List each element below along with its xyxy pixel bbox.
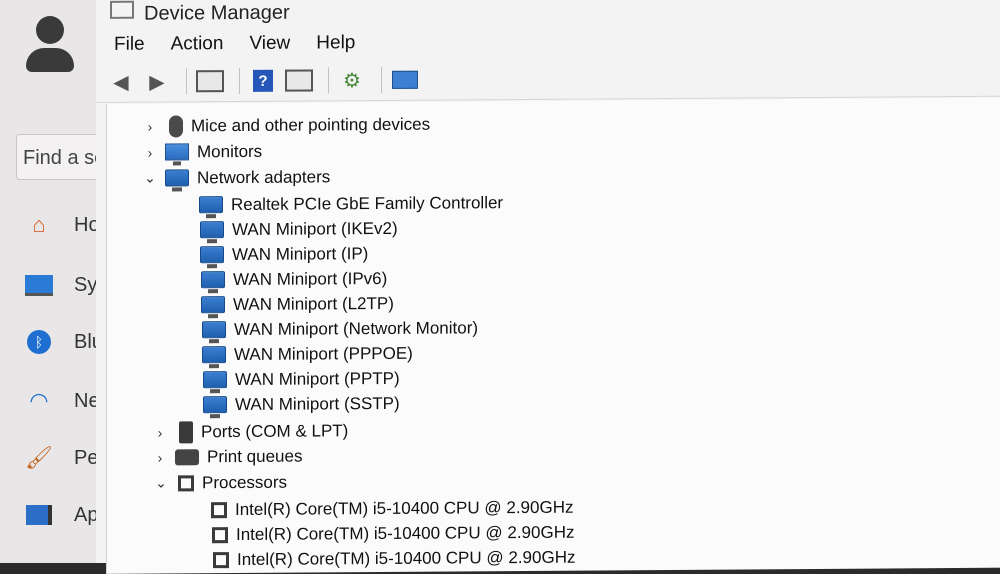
tree-node-label: WAN Miniport (SSTP): [235, 393, 400, 414]
scan-hardware-icon[interactable]: [390, 67, 420, 93]
network-adapter-icon: [201, 296, 225, 314]
menu-view[interactable]: View: [249, 33, 290, 55]
tree-node-label: WAN Miniport (IKEv2): [232, 218, 398, 239]
tree-node-label: Processors: [202, 472, 288, 492]
tree-node-label: WAN Miniport (PPTP): [235, 368, 400, 389]
monitor-icon: [165, 143, 189, 161]
tree-node-label: WAN Miniport (L2TP): [233, 293, 394, 314]
bluetooth-icon: ᛒ: [24, 327, 54, 357]
tree-node-label: WAN Miniport (IPv6): [233, 268, 388, 289]
toolbar-separator: [328, 67, 329, 94]
chevron-right-icon[interactable]: ›: [141, 144, 159, 160]
chevron-down-icon[interactable]: ⌄: [141, 170, 159, 187]
tree-leaf-cpu[interactable]: Intel(R) Core(TM) i5-10400 CPU @ 2.90GHz: [204, 520, 574, 548]
network-adapter-icon: [200, 246, 224, 264]
tree-leaf-wan-ip[interactable]: WAN Miniport (IP): [194, 241, 368, 267]
processor-icon: [212, 526, 228, 543]
settings-nav-label: Ap: [74, 503, 99, 526]
help-icon[interactable]: ?: [248, 68, 278, 94]
user-avatar-icon[interactable]: [26, 16, 74, 76]
update-driver-icon[interactable]: ⚙: [337, 67, 367, 93]
forward-icon[interactable]: ▶: [142, 68, 172, 94]
tree-node-label: Monitors: [197, 141, 263, 161]
tree-node-label: Print queues: [207, 446, 303, 466]
network-adapter-icon: [203, 371, 227, 389]
brush-icon: 🖌: [25, 445, 53, 470]
wifi-icon: ◠: [29, 388, 49, 413]
network-adapter-icon: [201, 271, 225, 289]
mouse-icon: [169, 114, 183, 137]
port-icon: [179, 420, 193, 443]
device-tree[interactable]: › Mice and other pointing devices › Moni…: [106, 97, 1000, 574]
tree-node-label: Network adapters: [197, 166, 331, 187]
tree-node-label: WAN Miniport (IP): [232, 243, 369, 264]
tree-node-label: Intel(R) Core(TM) i5-10400 CPU @ 2.90GHz: [235, 497, 574, 519]
system-icon: [24, 270, 54, 300]
home-icon: ⌂: [32, 212, 46, 237]
toolbar-separator: [381, 67, 382, 94]
toolbar-separator: [186, 68, 187, 95]
tree-leaf-wan-pptp[interactable]: WAN Miniport (PPTP): [197, 366, 400, 392]
network-adapter-icon: [200, 221, 224, 239]
tree-leaf-wan-sstp[interactable]: WAN Miniport (SSTP): [197, 391, 400, 417]
printer-icon: [175, 448, 199, 465]
tree-node-monitors[interactable]: › Monitors: [141, 139, 263, 165]
network-adapter-icon: [165, 169, 189, 187]
network-adapter-icon: [203, 396, 227, 414]
tree-leaf-wan-l2tp[interactable]: WAN Miniport (L2TP): [195, 291, 394, 317]
tree-node-network-adapters[interactable]: ⌄ Network adapters: [141, 164, 330, 190]
tree-node-label: Realtek PCIe GbE Family Controller: [231, 192, 504, 214]
tree-leaf-cpu[interactable]: Intel(R) Core(TM) i5-10400 CPU @ 2.90GHz: [205, 545, 575, 573]
device-manager-icon: [110, 0, 134, 19]
tree-node-label: WAN Miniport (Network Monitor): [234, 317, 479, 339]
tree-leaf-wan-ipv6[interactable]: WAN Miniport (IPv6): [195, 266, 387, 292]
menu-help[interactable]: Help: [316, 32, 355, 54]
network-adapter-icon: [202, 321, 226, 339]
tree-node-ports[interactable]: › Ports (COM & LPT): [151, 418, 348, 444]
tree-node-print-queues[interactable]: › Print queues: [151, 444, 303, 470]
network-adapter-icon: [199, 196, 223, 214]
processor-icon: [211, 501, 227, 518]
tree-leaf-wan-network-monitor[interactable]: WAN Miniport (Network Monitor): [196, 315, 478, 342]
menu-action[interactable]: Action: [171, 33, 224, 55]
processor-icon: [213, 551, 229, 568]
chevron-right-icon[interactable]: ›: [151, 449, 169, 465]
back-icon[interactable]: ◀: [106, 69, 136, 95]
chevron-right-icon[interactable]: ›: [151, 424, 169, 440]
toolbar-separator: [239, 67, 240, 95]
apps-icon: [24, 500, 54, 530]
tree-leaf-realtek[interactable]: Realtek PCIe GbE Family Controller: [193, 190, 503, 217]
tree-leaf-cpu[interactable]: Intel(R) Core(TM) i5-10400 CPU @ 2.90GHz: [203, 495, 573, 523]
chevron-down-icon[interactable]: ⌄: [152, 474, 170, 491]
tree-node-label: Intel(R) Core(TM) i5-10400 CPU @ 2.90GHz: [236, 522, 575, 544]
tree-node-processors[interactable]: ⌄ Processors: [152, 470, 287, 496]
properties-icon[interactable]: [195, 68, 225, 94]
processor-icon: [178, 474, 194, 491]
toolbar: ◀ ▶ ? ⚙: [96, 55, 1000, 103]
tree-node-label: Intel(R) Core(TM) i5-10400 CPU @ 2.90GHz: [237, 547, 576, 569]
network-adapter-icon: [202, 346, 226, 364]
chevron-right-icon[interactable]: ›: [141, 118, 159, 134]
tree-leaf-wan-pppoe[interactable]: WAN Miniport (PPPOE): [196, 341, 413, 368]
tree-node-label: WAN Miniport (PPPOE): [234, 343, 413, 364]
tree-node-label: Ports (COM & LPT): [201, 420, 349, 441]
window-title: Device Manager: [144, 1, 290, 25]
device-manager-window: Device Manager File Action View Help ◀ ▶…: [96, 0, 1000, 574]
tree-node-mice[interactable]: › Mice and other pointing devices: [141, 112, 430, 139]
tree-leaf-wan-ikev2[interactable]: WAN Miniport (IKEv2): [194, 216, 398, 242]
tree-node-label: Mice and other pointing devices: [191, 114, 431, 135]
menu-file[interactable]: File: [114, 34, 145, 56]
view-icon[interactable]: [284, 67, 314, 93]
